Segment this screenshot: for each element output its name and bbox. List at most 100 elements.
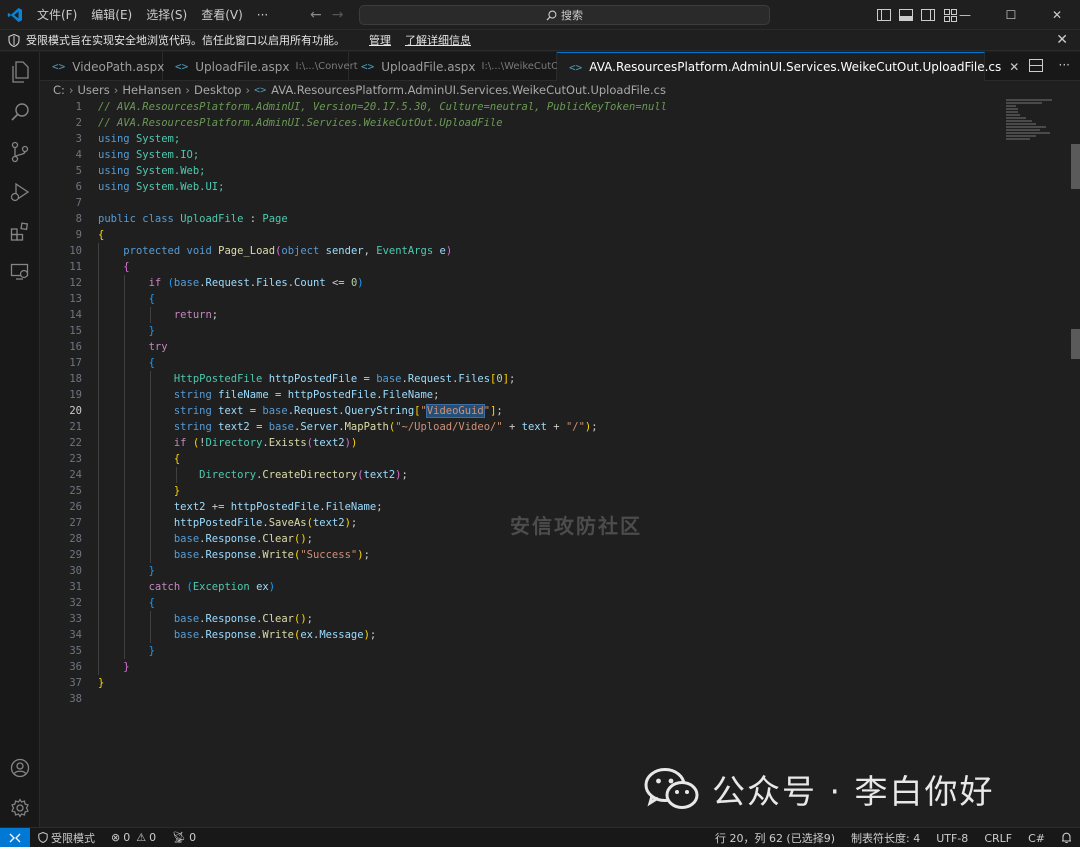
encoding[interactable]: UTF-8 xyxy=(928,832,976,845)
breadcrumb-item[interactable]: C: xyxy=(53,83,65,97)
banner-close-icon[interactable]: ✕ xyxy=(1056,32,1068,48)
tab-close-icon[interactable]: ✕ xyxy=(1009,60,1019,74)
search-activity-icon[interactable] xyxy=(8,100,32,124)
keyword: using xyxy=(98,133,130,145)
member: Request xyxy=(205,277,250,289)
end-of-line[interactable]: CRLF xyxy=(976,832,1020,845)
line-number: 6 xyxy=(75,181,82,193)
line-number: 4 xyxy=(75,149,82,161)
code-content: // AVA.ResourcesPlatform.AdminUI, Versio… xyxy=(98,99,998,707)
run-debug-icon[interactable] xyxy=(8,180,32,204)
keyword: string xyxy=(173,389,212,401)
code-line: catch (Exception ex) xyxy=(148,581,276,593)
breadcrumb-item[interactable]: Users xyxy=(78,83,110,97)
language-mode[interactable]: C# xyxy=(1020,832,1053,845)
remote-explorer-icon[interactable] xyxy=(8,260,32,284)
more-actions-icon[interactable]: ··· xyxy=(1059,59,1070,72)
remote-indicator-icon[interactable] xyxy=(0,827,30,847)
close-window-icon[interactable]: ✕ xyxy=(1034,0,1080,30)
line-number: 19 xyxy=(69,389,82,401)
member: Request xyxy=(407,373,453,385)
tab-uploadfile-aspx-weikecutout[interactable]: <> UploadFile.aspx I:\...\WeikeCutOut xyxy=(349,52,569,81)
code-line: using System; xyxy=(98,131,998,147)
variable: httpPostedFile xyxy=(230,501,320,513)
keyword: base xyxy=(268,421,295,433)
variable: ex xyxy=(256,581,269,593)
keyword: base xyxy=(376,373,402,385)
punct: ) xyxy=(445,245,453,257)
source-control-icon[interactable] xyxy=(8,140,32,164)
back-arrow-icon[interactable]: ← xyxy=(310,7,322,23)
comment: // AVA.ResourcesPlatform.AdminUI.Service… xyxy=(98,117,503,129)
keyword: base xyxy=(173,613,200,625)
csharp-file-icon: <> xyxy=(254,84,267,96)
punct: { xyxy=(148,597,155,609)
line-number: 25 xyxy=(69,485,82,497)
line-number: 18 xyxy=(69,373,82,385)
menu-edit[interactable]: 编辑(E) xyxy=(84,0,139,30)
variable: text xyxy=(218,405,244,417)
title-bar: 文件(F) 编辑(E) 选择(S) 查看(V) ··· ← → 搜索 — ☐ ✕ xyxy=(0,0,1080,30)
member: Server xyxy=(300,421,339,433)
punct: { xyxy=(123,261,130,273)
banner-learn-more-link[interactable]: 了解详细信息 xyxy=(405,32,471,48)
tab-videopath-aspx[interactable]: <> VideoPath.aspx xyxy=(40,52,164,81)
indentation[interactable]: 制表符长度: 4 xyxy=(843,830,928,846)
manage-gear-icon[interactable] xyxy=(8,796,32,820)
tab-uploadfile-cs[interactable]: <> AVA.ResourcesPlatform.AdminUI.Service… xyxy=(557,52,1019,81)
punct: { xyxy=(148,293,155,305)
status-right: 行 20，列 62 (已选择9) 制表符长度: 4 UTF-8 CRLF C# xyxy=(707,828,1080,847)
forward-arrow-icon[interactable]: → xyxy=(332,7,344,23)
punct: , xyxy=(363,245,370,257)
menu-file[interactable]: 文件(F) xyxy=(30,0,84,30)
vertical-scrollbar[interactable] xyxy=(1071,99,1080,827)
code-line: protected void Page_Load(object sender, … xyxy=(98,243,998,259)
restricted-mode-status[interactable]: 受限模式 xyxy=(30,830,103,846)
maximize-icon[interactable]: ☐ xyxy=(988,0,1034,30)
comment: // AVA.ResourcesPlatform.AdminUI, Versio… xyxy=(98,101,667,113)
ports-status[interactable]: 📡︎ 0 xyxy=(164,831,204,844)
variable: ex xyxy=(300,629,313,641)
toggle-primary-sidebar-icon[interactable] xyxy=(876,7,892,23)
breadcrumb-item[interactable]: AVA.ResourcesPlatform.AdminUI.Services.W… xyxy=(271,83,666,97)
code-editor[interactable]: 1 2 3 4 5 6 7 8 9 10 11 12 13 14 15 16 1… xyxy=(40,99,1080,827)
operator: + xyxy=(553,421,560,433)
line-number: 16 xyxy=(69,341,82,353)
command-center-search[interactable]: 搜索 xyxy=(359,5,770,25)
toggle-secondary-sidebar-icon[interactable] xyxy=(920,7,936,23)
extensions-icon[interactable] xyxy=(8,220,32,244)
punct: ; xyxy=(376,501,383,513)
minimize-icon[interactable]: — xyxy=(942,0,988,30)
keyword: using xyxy=(98,181,130,193)
accounts-icon[interactable] xyxy=(8,756,32,780)
notifications-bell-icon[interactable] xyxy=(1053,832,1080,844)
problems-status[interactable]: ⊗ 0 ⚠ 0 xyxy=(103,831,164,844)
parameter: sender xyxy=(325,245,364,257)
punct: ; xyxy=(306,533,313,545)
keyword: try xyxy=(148,341,168,353)
menu-view[interactable]: 查看(V) xyxy=(194,0,250,30)
split-editor-icon[interactable] xyxy=(1028,59,1043,72)
vscode-logo-icon xyxy=(0,0,30,30)
line-number: 37 xyxy=(69,677,82,689)
operator: = xyxy=(363,373,370,385)
line-number: 33 xyxy=(69,613,82,625)
string: "~/Upload/Video/" xyxy=(395,421,503,433)
warning-count: 0 xyxy=(149,831,157,844)
breadcrumb-item[interactable]: Desktop xyxy=(194,83,241,97)
breadcrumb-item[interactable]: HeHansen xyxy=(122,83,181,97)
menu-selection[interactable]: 选择(S) xyxy=(139,0,194,30)
line-number: 34 xyxy=(69,629,82,641)
line-number: 15 xyxy=(69,325,82,337)
code-line: } xyxy=(98,659,998,675)
menu-more[interactable]: ··· xyxy=(250,0,275,30)
tab-uploadfile-aspx-convert[interactable]: <> UploadFile.aspx I:\...\WeikeCutOut I:… xyxy=(163,52,358,81)
minimap[interactable] xyxy=(1006,99,1066,149)
wechat-watermark-text: 公众号 · 李白你好 xyxy=(712,772,995,811)
explorer-icon[interactable] xyxy=(8,60,32,84)
toggle-panel-icon[interactable] xyxy=(898,7,914,23)
banner-manage-link[interactable]: 管理 xyxy=(369,32,391,48)
code-line: string text2 = base.Server.MapPath("~/Up… xyxy=(173,421,598,433)
line-number: 1 xyxy=(75,101,82,113)
cursor-position[interactable]: 行 20，列 62 (已选择9) xyxy=(707,830,843,846)
